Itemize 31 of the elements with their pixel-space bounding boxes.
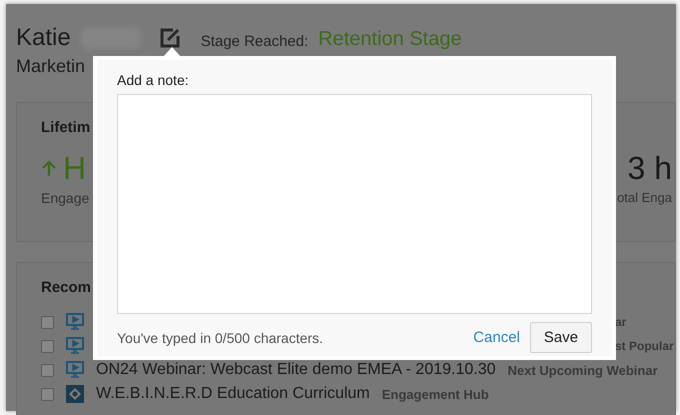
checkbox[interactable] [41,364,54,376]
stat-value: 3 h [628,150,672,186]
edit-icon[interactable] [158,27,181,49]
contact-name: Katie [16,24,71,52]
item-tag: ar [615,315,675,329]
stat-caption: Engage [41,190,90,206]
checkbox[interactable] [41,316,54,328]
presentation-icon [66,361,84,379]
presentation-icon [66,313,84,331]
up-arrow-icon [41,159,57,177]
stat-value: H [63,150,86,186]
cancel-link[interactable]: Cancel [473,329,520,346]
item-title[interactable]: ON24 Webinar: Webcast Elite demo EMEA - 2019.10.30 [96,361,496,379]
save-button[interactable]: Save [530,322,592,353]
checkbox[interactable] [41,388,54,400]
checkbox[interactable] [41,340,54,352]
stage-label: Stage Reached: [200,32,308,50]
note-field[interactable] [117,94,592,314]
item-tag: Next Upcoming Webinar [508,362,658,378]
stage-value: Retention Stage [318,28,462,50]
item-tag: st Popular [615,339,675,353]
character-counter: You've typed in 0/500 characters. [117,330,324,346]
stat-caption: otal Enga [617,190,672,205]
note-label: Add a note: [117,72,190,88]
card-heading: Recom [41,279,92,296]
item-title[interactable]: W.E.B.I.N.E.R.D Education Curriculum [96,385,370,403]
presentation-icon [66,337,84,355]
hub-icon [66,385,84,403]
item-tag: Engagement Hub [382,386,489,402]
contact-title: Marketin [16,56,86,77]
card-heading: Lifetim [41,119,92,136]
